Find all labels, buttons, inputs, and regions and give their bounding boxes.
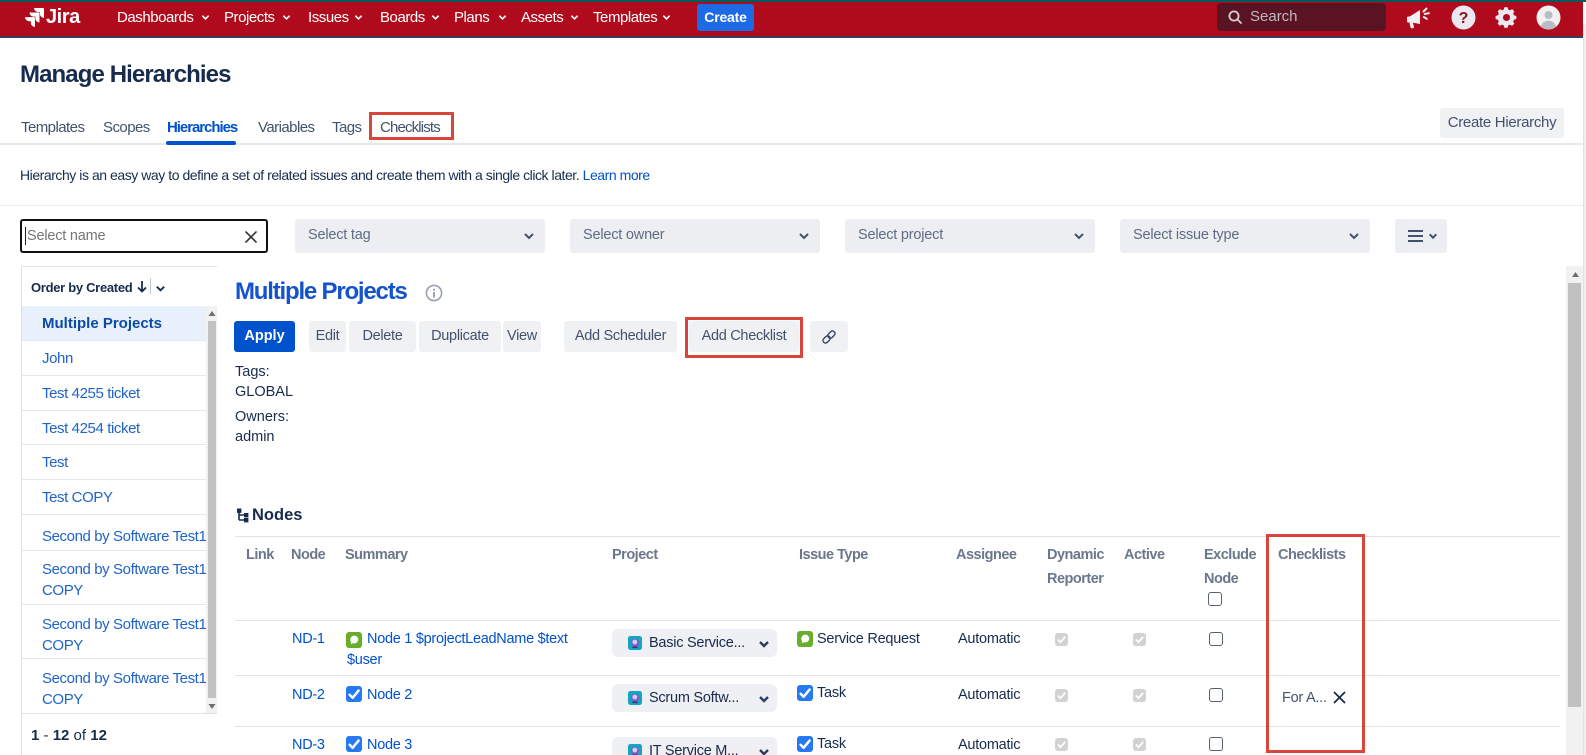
svg-text:?: ? [1459,10,1469,27]
